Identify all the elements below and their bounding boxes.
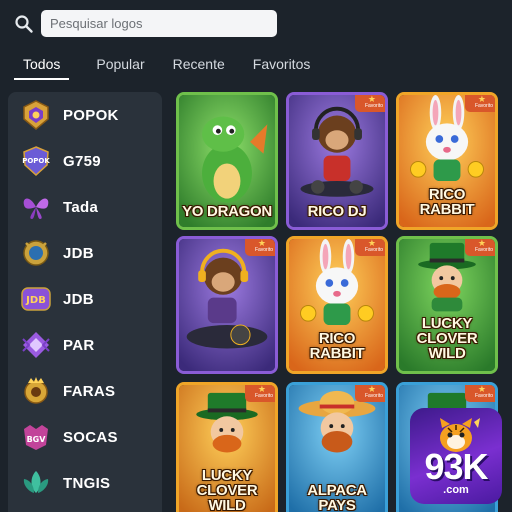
game-title: LUCKY CLOVER WILD (196, 467, 258, 512)
game-title: ALPACA PAYS (307, 482, 367, 512)
favorite-badge[interactable]: ★ Favorito (465, 385, 495, 402)
brand-domain: .com (443, 484, 469, 496)
sidebar-item-label: G759 (63, 152, 101, 170)
game-title: LUCKY CLOVER WILD (416, 315, 478, 362)
sidebar-item-label: SOCAS (63, 428, 118, 446)
search-icon[interactable] (14, 14, 34, 34)
sidebar-item-faras[interactable]: FARAS (8, 371, 162, 411)
svg-text:JDB: JDB (25, 295, 46, 306)
tada-butterfly-icon (23, 198, 49, 219)
sidebar-item-g759[interactable]: POPOK G759 (8, 141, 162, 181)
search-input[interactable] (41, 10, 277, 37)
svg-text:BGV: BGV (27, 435, 47, 444)
sidebar-item-label: JDB (63, 290, 94, 308)
sidebar-item-tngis[interactable]: TNGIS (8, 463, 162, 503)
game-title: RICO DJ (307, 203, 367, 220)
game-card-lucky-clover-wild-2[interactable]: LUCKY CLOVER WILD ★ Favorito (176, 382, 278, 512)
favorite-badge[interactable]: ★ Favorito (355, 239, 385, 256)
game-title: RICO RABBIT (309, 330, 365, 362)
sidebar-item-tada[interactable]: Tada (8, 187, 162, 227)
game-title: RICO RABBIT (419, 186, 475, 218)
par-emblem-icon (22, 332, 50, 358)
svg-text:POPOK: POPOK (22, 157, 50, 165)
game-card-yo-dragon[interactable]: YO DRAGON (176, 92, 278, 230)
jdb-crest-icon (23, 240, 49, 266)
favorite-label: Favorito (254, 393, 273, 399)
favorite-badge[interactable]: ★ Favorito (245, 239, 275, 256)
sidebar-item-socas[interactable]: BGV SOCAS (8, 417, 162, 457)
tab-popular[interactable]: Popular (96, 50, 144, 80)
game-card-rico-dj-2[interactable]: ★ Favorito (176, 236, 278, 374)
game-card-alpaca-pays[interactable]: ALPACA PAYS ★ Favorito (286, 382, 388, 512)
favorite-badge[interactable]: ★ Favorito (245, 385, 275, 402)
game-card-rico-dj[interactable]: RICO DJ ★ Favorito (286, 92, 388, 230)
favorite-badge[interactable]: ★ Favorito (355, 95, 385, 112)
socas-crest-icon: BGV (24, 425, 48, 450)
sidebar-item-jdb[interactable]: JDB (8, 233, 162, 273)
brand-logo: 93K .com (410, 408, 502, 504)
favorite-label: Favorito (254, 247, 273, 253)
provider-sidebar: POPOK POPOK G759 Tada JDB JDB JDB PAR FA… (8, 92, 162, 512)
sidebar-item-label: FARAS (63, 382, 116, 400)
tab-todos[interactable]: Todos (14, 50, 70, 80)
tab-favoritos[interactable]: Favoritos (253, 50, 311, 80)
favorite-label: Favorito (364, 393, 383, 399)
favorite-label: Favorito (364, 103, 383, 109)
favorite-badge[interactable]: ★ Favorito (355, 385, 385, 402)
favorite-label: Favorito (474, 103, 493, 109)
favorite-label: Favorito (474, 393, 493, 399)
favorite-label: Favorito (364, 247, 383, 253)
sidebar-item-label: JDB (63, 244, 94, 262)
sidebar-item-label: POPOK (63, 106, 119, 124)
sidebar-item-popok[interactable]: POPOK (8, 95, 162, 135)
sidebar-item-label: TNGIS (63, 474, 111, 492)
sidebar-item-jdb-2[interactable]: JDB JDB (8, 279, 162, 319)
game-card-rico-rabbit-2[interactable]: RICO RABBIT ★ Favorito (286, 236, 388, 374)
monkey-dj-icon (179, 239, 275, 371)
game-title: YO DRAGON (182, 203, 272, 220)
jdb-badge-icon: JDB (21, 287, 51, 311)
sidebar-item-label: Tada (63, 198, 99, 216)
sidebar-item-par[interactable]: PAR (8, 325, 162, 365)
brand-number: 93K (424, 446, 488, 487)
popok-shield-icon: POPOK (22, 146, 50, 177)
tngis-leaf-icon (23, 471, 49, 493)
favorite-badge[interactable]: ★ Favorito (465, 239, 495, 256)
game-card-rico-rabbit[interactable]: RICO RABBIT ★ Favorito (396, 92, 498, 230)
tab-recente[interactable]: Recente (173, 50, 225, 80)
faras-crest-icon (24, 377, 48, 404)
popok-logo-icon (23, 100, 49, 130)
sidebar-item-label: PAR (63, 336, 95, 354)
category-tabs: Todos Popular Recente Favoritos (14, 50, 338, 82)
favorite-badge[interactable]: ★ Favorito (465, 95, 495, 112)
game-card-lucky-clover-wild[interactable]: LUCKY CLOVER WILD ★ Favorito (396, 236, 498, 374)
favorite-label: Favorito (474, 247, 493, 253)
